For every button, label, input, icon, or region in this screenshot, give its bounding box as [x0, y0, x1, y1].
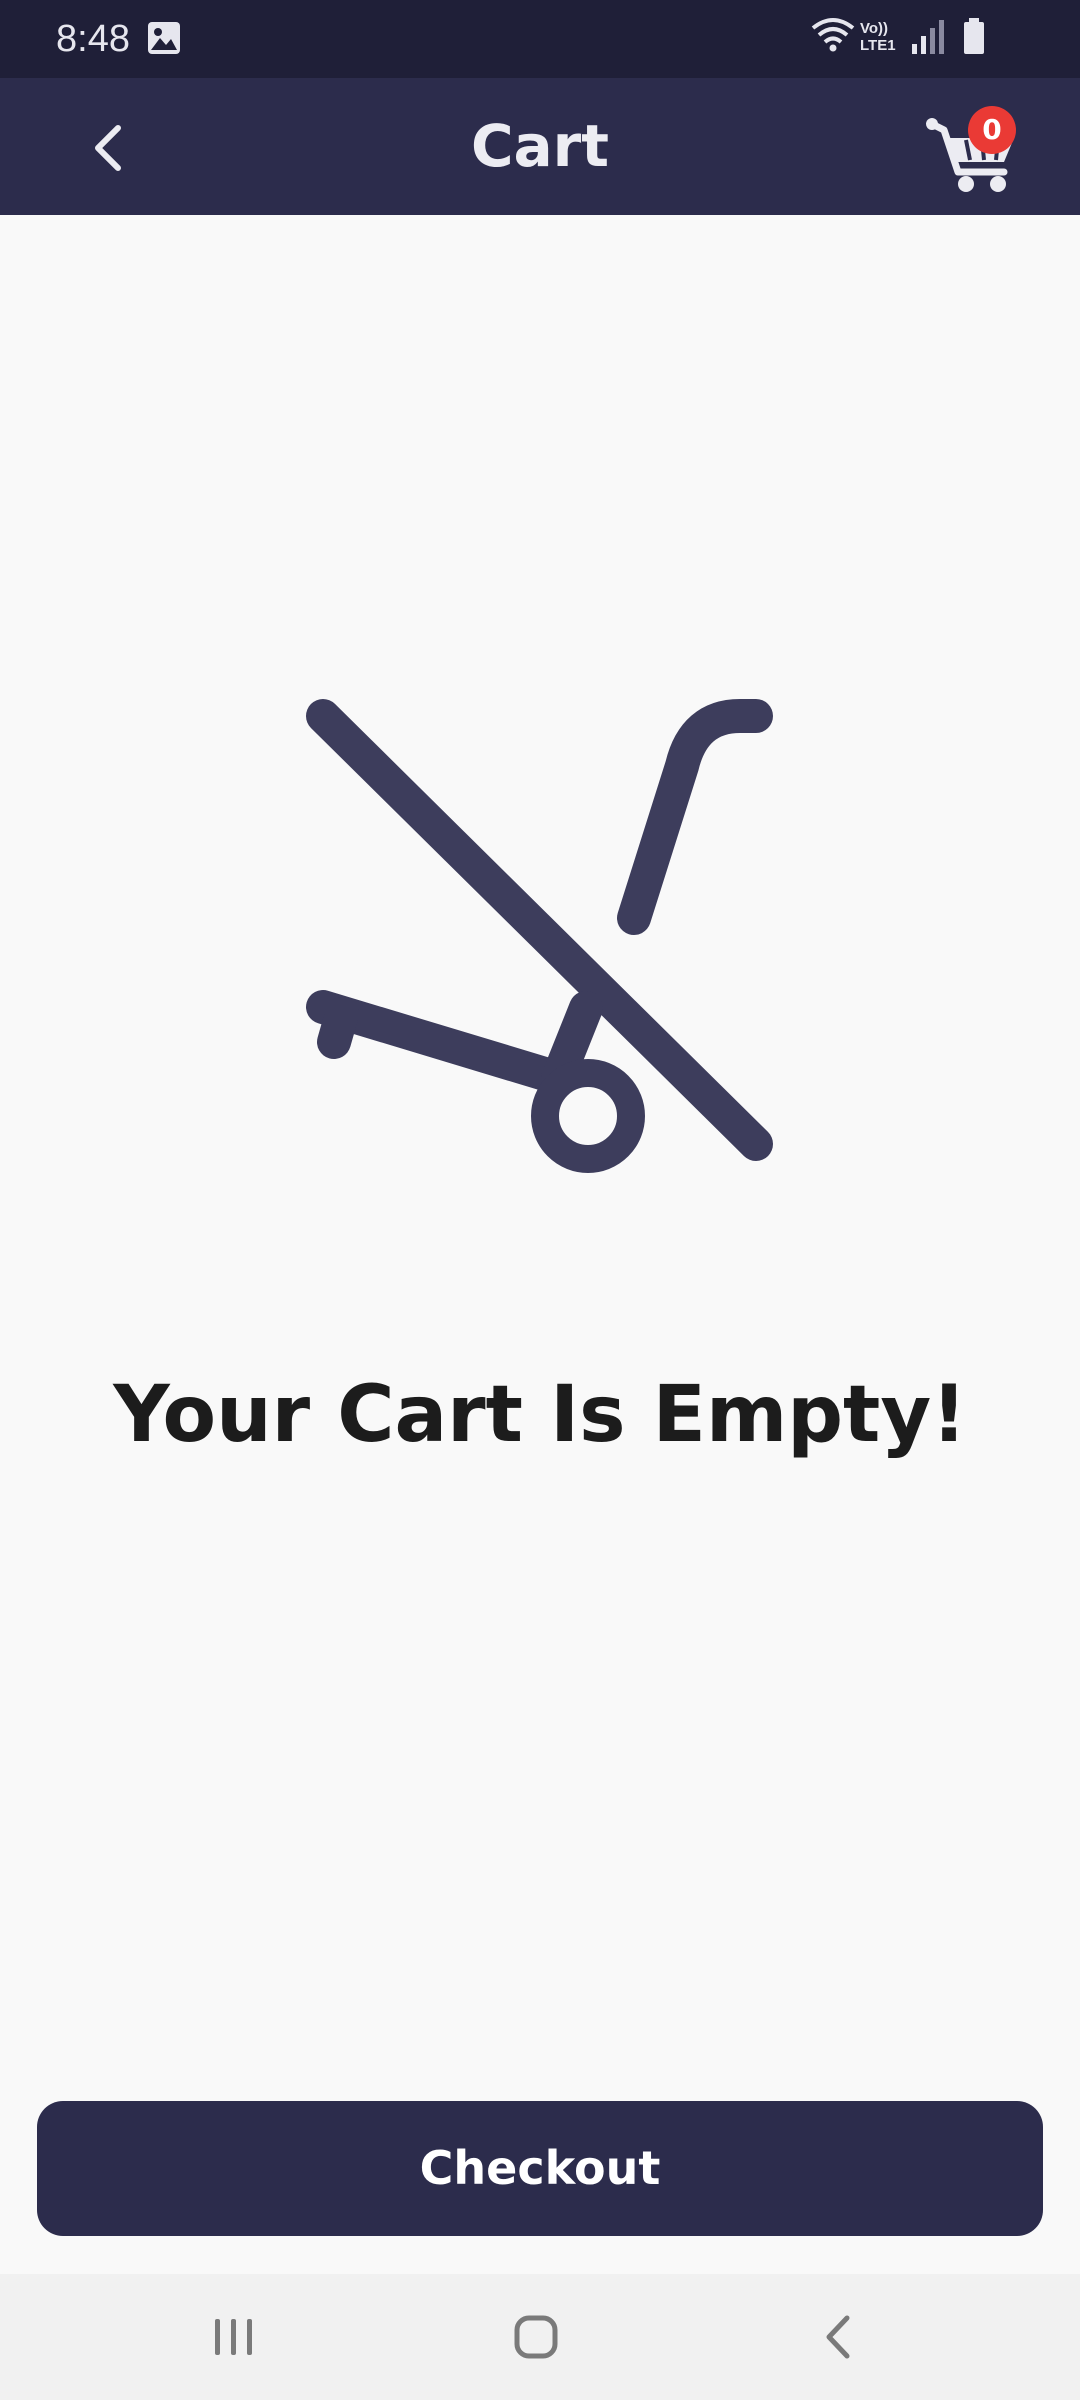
signal-icon	[912, 20, 944, 54]
battery-icon	[964, 18, 984, 54]
cart-button[interactable]: 0	[918, 96, 1028, 206]
app-bar: Cart 0	[0, 78, 1080, 215]
shopping-cart-icon	[926, 118, 1014, 192]
recent-apps-icon	[215, 2319, 252, 2355]
checkout-button[interactable]: Checkout	[37, 2101, 1043, 2236]
system-nav-bar	[0, 2274, 1080, 2400]
home-button[interactable]	[491, 2302, 581, 2372]
status-time: 8:48	[56, 18, 130, 60]
empty-cart-message: Your Cart Is Empty!	[113, 1370, 967, 1460]
cart-count-badge: 0	[968, 106, 1016, 154]
status-bar: 8:48 Vo)) LTE1	[0, 0, 1080, 78]
home-icon	[514, 2315, 558, 2359]
back-icon	[826, 2315, 850, 2359]
cart-off-icon	[306, 699, 773, 1173]
nav-back-button[interactable]	[794, 2302, 884, 2372]
wifi-icon	[811, 18, 855, 52]
recent-apps-button[interactable]	[189, 2302, 279, 2372]
gallery-notification-icon	[148, 22, 180, 54]
volte-lte-icon: Vo)) LTE1	[860, 20, 896, 54]
